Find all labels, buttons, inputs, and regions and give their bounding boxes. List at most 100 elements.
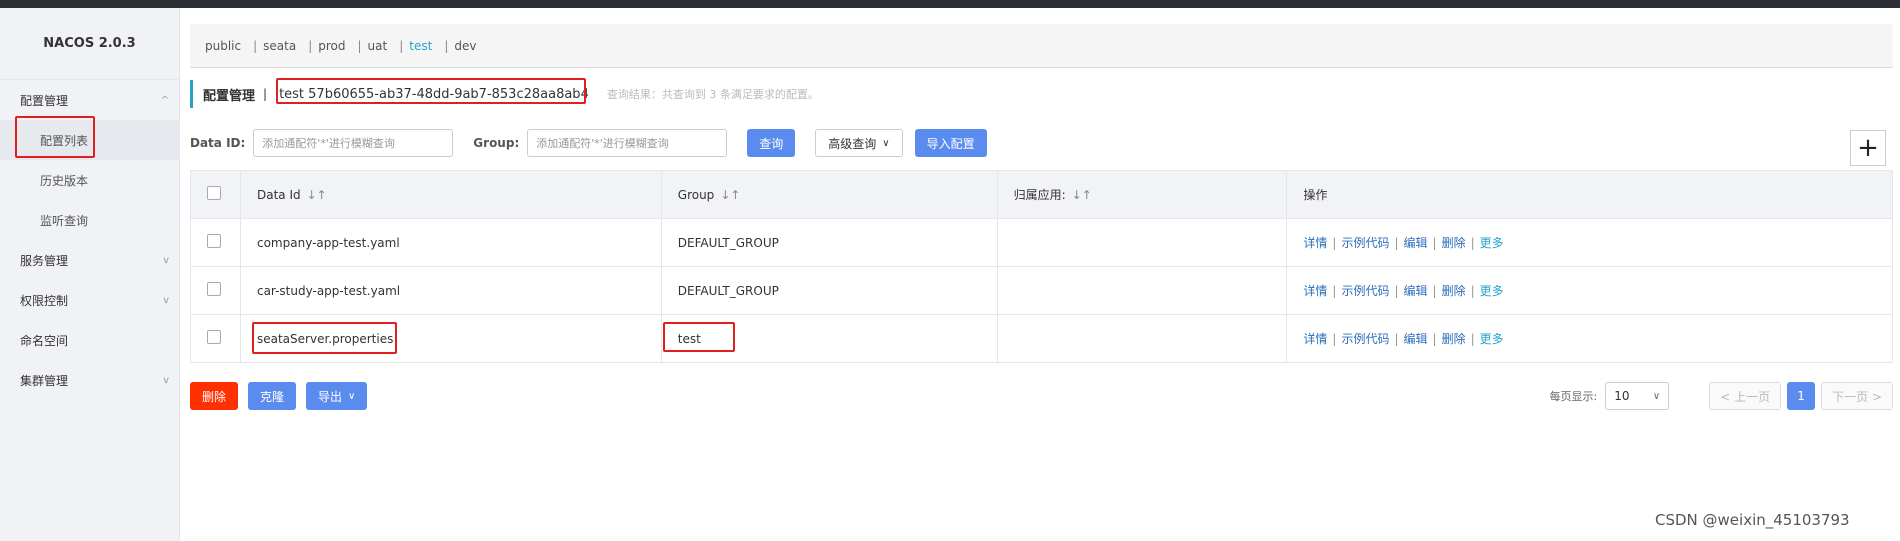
select-all-cell <box>190 170 241 219</box>
sidebar-group-label: 权限控制 <box>20 293 69 308</box>
sidebar-group-label: 命名空间 <box>20 333 69 348</box>
sample-code-link[interactable]: 示例代码 <box>1341 284 1389 298</box>
pagination: 每页显示: 10 ∨ < 上一页 1 下一页 > <box>1550 382 1893 410</box>
more-link[interactable]: 更多 <box>1480 236 1504 250</box>
sidebar-group-service[interactable]: 服务管理 v <box>0 240 179 280</box>
sidebar-group-cluster[interactable]: 集群管理 v <box>0 360 179 400</box>
op-separator: | <box>1332 236 1337 250</box>
prev-page-button[interactable]: < 上一页 <box>1709 382 1782 410</box>
sidebar-item-label: 监听查询 <box>40 213 89 228</box>
edit-link[interactable]: 编辑 <box>1404 236 1428 250</box>
op-separator: | <box>1432 284 1437 298</box>
delete-link[interactable]: 删除 <box>1442 236 1466 250</box>
namespace-prod[interactable]: prod <box>318 39 345 53</box>
header-group[interactable]: Group ↓↑ <box>660 170 998 219</box>
sort-icon[interactable]: ↓↑ <box>720 188 740 202</box>
namespace-dev[interactable]: dev <box>454 39 476 53</box>
table-row: car-study-app-test.yaml DEFAULT_GROUP 详情… <box>190 266 1893 315</box>
namespace-separator: | <box>357 38 362 53</box>
next-page-button[interactable]: 下一页 > <box>1821 382 1893 410</box>
export-label: 导出 <box>318 389 343 404</box>
sidebar-group-auth[interactable]: 权限控制 v <box>0 280 179 320</box>
current-page[interactable]: 1 <box>1787 382 1816 410</box>
row-checkbox[interactable] <box>207 330 221 344</box>
sort-icon[interactable]: ↓↑ <box>307 188 327 202</box>
table-row: company-app-test.yaml DEFAULT_GROUP 详情 | 示… <box>190 218 1893 267</box>
namespace-id: test 57b60655-ab37-48dd-9ab7-853c28aa8ab… <box>279 86 589 102</box>
brand-logo: NACOS 2.0.3 <box>0 8 179 80</box>
sidebar-item-listener[interactable]: 监听查询 <box>0 200 179 240</box>
more-link[interactable]: 更多 <box>1480 284 1504 298</box>
cell-app <box>996 218 1288 267</box>
query-button[interactable]: 查询 <box>747 129 796 157</box>
clone-button[interactable]: 克隆 <box>248 382 297 410</box>
export-button[interactable]: 导出 ∨ <box>306 382 368 410</box>
table-row: seataServer.properties test 详情 | 示例代码 | 编辑 | 删… <box>190 314 1893 363</box>
header-ops: 操作 <box>1286 170 1893 219</box>
more-link[interactable]: 更多 <box>1480 332 1504 346</box>
namespace-separator: | <box>444 38 449 53</box>
sidebar-group-config[interactable]: 配置管理 ^ <box>0 80 179 120</box>
edit-link[interactable]: 编辑 <box>1404 332 1428 346</box>
detail-link[interactable]: 详情 <box>1303 284 1327 298</box>
sidebar-item-history[interactable]: 历史版本 <box>0 160 179 200</box>
detail-link[interactable]: 详情 <box>1303 332 1327 346</box>
header-dataid[interactable]: Data Id ↓↑ <box>239 170 662 219</box>
page-size-label: 每页显示: <box>1549 390 1598 403</box>
op-separator: | <box>1394 284 1399 298</box>
header-app[interactable]: 归属应用: ↓↑ <box>996 170 1288 219</box>
table-header-row: Data Id ↓↑ Group ↓↑ 归属应用: ↓↑ 操作 <box>190 170 1893 219</box>
title-accent-bar <box>190 80 193 108</box>
batch-delete-button[interactable]: 删除 <box>190 382 239 410</box>
chevron-down-icon: ∨ <box>348 390 356 402</box>
sample-code-link[interactable]: 示例代码 <box>1341 236 1389 250</box>
sort-icon[interactable]: ↓↑ <box>1072 188 1092 202</box>
row-checkbox[interactable] <box>207 234 221 248</box>
advanced-query-label: 高级查询 <box>828 136 877 151</box>
cell-app <box>996 266 1288 315</box>
select-all-checkbox[interactable] <box>207 186 221 200</box>
sidebar-group-label: 服务管理 <box>20 253 69 268</box>
namespace-test[interactable]: test <box>409 39 432 53</box>
query-result-text: 查询结果：共查询到 3 条满足要求的配置。 <box>606 88 819 101</box>
import-config-button[interactable]: 导入配置 <box>914 129 987 157</box>
main-content: public | seata | prod | uat | test | dev… <box>190 8 1900 541</box>
row-checkbox[interactable] <box>207 282 221 296</box>
cell-dataid: seataServer.properties <box>239 314 662 363</box>
namespace-separator: | <box>253 38 258 53</box>
namespace-public[interactable]: public <box>205 39 241 53</box>
cell-group: test <box>660 314 998 363</box>
chevron-down-icon: v <box>163 254 169 266</box>
header-label: Data Id <box>256 187 301 202</box>
chevron-down-icon: v <box>163 374 169 386</box>
sample-code-link[interactable]: 示例代码 <box>1341 332 1389 346</box>
sidebar-item-label: 配置列表 <box>40 133 89 148</box>
detail-link[interactable]: 详情 <box>1303 236 1327 250</box>
sidebar-group-namespace[interactable]: 命名空间 <box>0 320 179 360</box>
page-size-value: 10 <box>1614 389 1630 403</box>
advanced-query-button[interactable]: 高级查询 ∨ <box>815 129 903 157</box>
delete-link[interactable]: 删除 <box>1442 284 1466 298</box>
page-title: 配置管理 <box>203 88 256 104</box>
namespace-seata[interactable]: seata <box>263 39 296 53</box>
edit-link[interactable]: 编辑 <box>1404 284 1428 298</box>
op-separator: | <box>1470 332 1475 346</box>
op-separator: | <box>1432 236 1437 250</box>
delete-link[interactable]: 删除 <box>1442 332 1466 346</box>
page-title-row: 配置管理 | test 57b60655-ab37-48dd-9ab7-853c… <box>190 80 819 108</box>
group-input[interactable]: 添加通配符'*'进行模糊查询 <box>527 129 728 157</box>
namespace-uat[interactable]: uat <box>368 39 388 53</box>
chevron-down-icon: v <box>163 294 169 306</box>
page-size-select[interactable]: 10 ∨ <box>1605 382 1670 410</box>
chevron-down-icon: ∨ <box>882 137 890 149</box>
add-config-button[interactable]: + <box>1850 130 1886 166</box>
namespace-separator: | <box>308 38 313 53</box>
op-separator: | <box>1394 236 1399 250</box>
op-separator: | <box>1470 236 1475 250</box>
sidebar-item-config-list[interactable]: 配置列表 <box>0 120 179 160</box>
cell-group: DEFAULT_GROUP <box>660 218 998 267</box>
op-separator: | <box>1432 332 1437 346</box>
top-bar <box>0 0 1900 8</box>
chevron-down-icon: ∨ <box>1652 390 1661 402</box>
dataid-input[interactable]: 添加通配符'*'进行模糊查询 <box>253 129 454 157</box>
